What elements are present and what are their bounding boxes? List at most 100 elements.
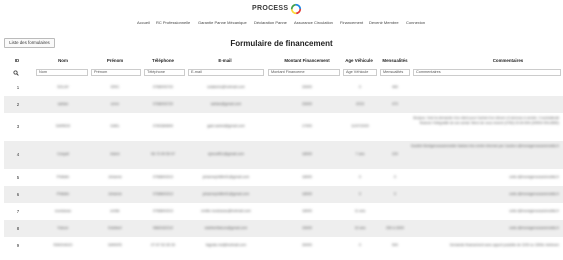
table-row[interactable]: 7 nouisseau emilie 0768843313 emilie.nouisse…	[4, 203, 563, 220]
main-nav: Accueil RC Professionnelle Garantie Pann…	[0, 20, 563, 28]
cell-montant: 30000	[302, 242, 312, 247]
cell-email: edelbertfalcon@gmail.com	[204, 225, 248, 230]
cell-age: 0	[359, 174, 361, 179]
cell-email: johanneph8tin91@gmail.com	[202, 174, 250, 179]
cell-tel: 0768843313	[153, 208, 173, 213]
nav-accueil[interactable]: Accueil	[137, 20, 150, 25]
cell-tel: 0683162210	[153, 225, 173, 230]
cell-tel: 0768093720	[153, 101, 173, 106]
cell-commentaires: Demande financement avec apport possible…	[449, 242, 559, 247]
cell-age: 0	[359, 242, 361, 247]
cell-id: 1	[16, 84, 20, 90]
nav-devenir-membre[interactable]: Devenir Membre	[369, 20, 399, 25]
nav-garantie-panne[interactable]: Garantie Panne Mécanique	[198, 20, 247, 25]
nav-connexion[interactable]: Connexion	[406, 20, 425, 25]
cell-commentaires: Société Montgenceautomobile Saisies très…	[410, 144, 559, 148]
nav-financement[interactable]: Financement	[340, 20, 363, 25]
cell-commentaires: cotis.r@monagenceautomobile.fr	[509, 225, 559, 230]
col-id[interactable]: ID	[9, 58, 25, 63]
col-mensualites[interactable]: Mensualités	[380, 58, 410, 63]
filter-age-vehicule[interactable]: Age Véhicule	[343, 69, 377, 76]
cell-prenom: SARATE	[107, 242, 123, 247]
cell-email: solaberic@hotmail.com	[207, 84, 245, 89]
cell-prenom: Johanne	[108, 191, 122, 196]
cell-id: 3	[16, 124, 20, 129]
cell-email: johanneph8tin91@gmail.com	[202, 191, 250, 196]
logo-text: PROCESS	[252, 5, 289, 12]
filter-commentaires[interactable]: Commentaires	[413, 69, 561, 76]
cell-email: gael.saried@gmail.com	[207, 124, 245, 128]
cell-tel: 0768093720	[153, 84, 173, 89]
cell-email: emilie.nouisseau@hotmail.com	[201, 208, 251, 213]
nav-declaration-panne[interactable]: Déclaration Panne	[254, 20, 287, 25]
filter-row: Nom Prénom Téléphone E-mail Montant Fina…	[0, 68, 563, 78]
filter-email[interactable]: E-mail	[188, 69, 264, 76]
cell-prenom: ERIC	[110, 84, 120, 89]
cell-email: ejmcuffl11@gmail.com	[207, 152, 245, 156]
cell-tel: 07 67 53 35 39	[151, 242, 175, 247]
cell-nom: SOLAY	[57, 84, 69, 89]
cell-montant: 17000	[302, 124, 312, 128]
cell-age: 7 ans	[355, 152, 365, 156]
cell-id: 2	[16, 101, 20, 107]
page-title: Formulaire de financement	[230, 39, 333, 48]
cell-montant: 18000	[302, 208, 312, 213]
cell-mens: 220	[392, 152, 398, 156]
cell-tel: 06 73 99 59 97	[151, 152, 175, 156]
filter-prenom[interactable]: Prénom	[91, 69, 141, 76]
col-prenom[interactable]: Prénom	[100, 58, 130, 63]
filter-mensualites[interactable]: Mensualités	[380, 69, 410, 76]
col-age-vehicule[interactable]: Age Véhicule	[340, 58, 378, 63]
cell-commentaires: cotis.r@monagenceautomobile.fr	[509, 208, 559, 213]
cell-prenom: Edelbert	[108, 225, 122, 230]
table-row[interactable]: 2 sahlan emre 0768093720 sahlan@gmail.com 330…	[4, 96, 563, 113]
col-montant[interactable]: Montant Financement	[275, 58, 339, 63]
cell-age: 0	[359, 191, 361, 196]
filter-nom[interactable]: Nom	[36, 69, 88, 76]
cell-tel: 0783384894	[153, 124, 173, 128]
cell-tel: 0768843313	[153, 174, 173, 179]
nav-rc-professionnelle[interactable]: RC Professionnelle	[156, 20, 190, 25]
cell-prenom: emilie	[110, 208, 120, 213]
cell-email: sahlan@gmail.com	[210, 101, 242, 106]
cell-mens: 460	[392, 84, 398, 89]
table-row[interactable]: 6 Philistin Johanne 0768843313 johanneph8tin…	[4, 186, 563, 203]
cell-montant: 33000	[302, 84, 312, 89]
cell-nom: nouisseau	[54, 208, 72, 213]
filter-montant[interactable]: Montant Financeme	[268, 69, 340, 76]
cell-prenom: Johanne	[108, 174, 122, 179]
cell-age: 11 ans	[354, 208, 366, 213]
cell-prenom: emre	[110, 101, 120, 106]
col-commentaires[interactable]: Commentaires	[488, 58, 528, 63]
col-telephone[interactable]: Téléphone	[146, 58, 180, 63]
table-row[interactable]: 5 Philistin Johanne 0768843313 johanneph8tin…	[4, 169, 563, 186]
search-icon[interactable]	[13, 70, 19, 76]
cell-montant: 18000	[302, 191, 312, 196]
cell-email: fagrate.md@hotmail.com	[205, 242, 247, 247]
cell-id: 8	[16, 225, 20, 231]
cell-age: 0	[359, 84, 361, 89]
table-row[interactable]: 8 Falcon Edelbert 0683162210 edelbertfalcon@…	[4, 220, 563, 237]
cell-age: 10 ans	[354, 225, 366, 230]
col-email[interactable]: E-mail	[208, 58, 242, 63]
cell-id: 9	[16, 242, 20, 248]
cell-age: 2015	[356, 101, 364, 106]
cell-nom: RAKIHAGO	[53, 242, 73, 247]
col-nom[interactable]: Nom	[48, 58, 78, 63]
cell-commentaires: cotis.r@monagenceautomobile.fr	[509, 191, 559, 196]
process-logo[interactable]: PROCESS	[252, 2, 302, 15]
filter-telephone[interactable]: Téléphone	[144, 69, 185, 76]
table-row[interactable]: 4 Cesyali Adem 06 73 99 59 97 ejmcuffl11@gma…	[4, 141, 563, 169]
cell-prenom: GAEL	[110, 124, 120, 128]
cell-mens: 470	[392, 101, 398, 106]
table-row[interactable]: 9 RAKIHAGO SARATE 07 67 53 35 39 fagrate.md@…	[4, 237, 563, 254]
cell-nom: SARIEDI	[55, 124, 71, 128]
table-row[interactable]: 1 SOLAY ERIC 0768093720 solaberic@hotmail.co…	[4, 79, 563, 96]
nav-assurance-circulation[interactable]: Assurance Circulation	[294, 20, 333, 25]
cell-montant: 33000	[302, 101, 312, 106]
cell-id: 5	[16, 174, 20, 180]
cell-id: 4	[16, 152, 20, 157]
table-row[interactable]: 3 SARIEDI GAEL 0783384894 gael.saried@gmail.…	[4, 113, 563, 141]
cell-id: 6	[16, 191, 20, 197]
cell-tel: 0768843313	[153, 191, 173, 196]
